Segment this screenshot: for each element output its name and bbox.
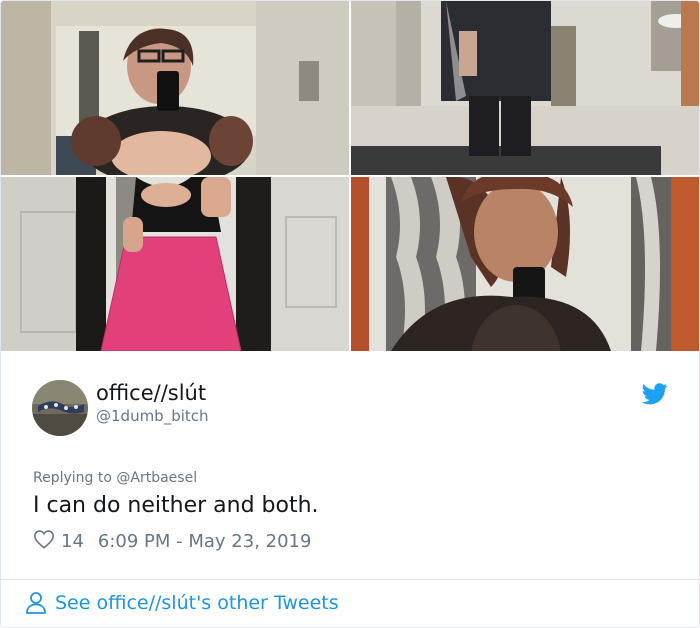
photo-mirror-photo-restroom[interactable]: [351, 1, 699, 175]
tweet-text: I can do neither and both.: [33, 493, 319, 518]
divider: [1, 579, 699, 580]
photo-mirror-photo-pink-skirt[interactable]: [1, 177, 349, 351]
photo-grid: [1, 1, 699, 351]
heart-icon[interactable]: [33, 529, 61, 554]
see-other-tweets-link[interactable]: See office//slút's other Tweets: [25, 591, 339, 615]
photo-mirror-selfie-dorm[interactable]: [1, 1, 349, 175]
tweet-card: office//slút @1dumb_bitch Replying to @A…: [0, 0, 700, 628]
replying-to-prefix: Replying to: [33, 470, 112, 486]
user-display-name[interactable]: office//slút: [96, 381, 206, 405]
see-other-tweets-label[interactable]: See office//slút's other Tweets: [55, 592, 339, 614]
tweet-meta: 14 6:09 PM - May 23, 2019: [33, 529, 311, 553]
replying-to-handle[interactable]: @Artbaesel: [116, 470, 197, 486]
person-icon: [26, 592, 46, 614]
tweet-timestamp[interactable]: 6:09 PM - May 23, 2019: [98, 531, 312, 552]
photo-mirror-selfie-closeup[interactable]: [351, 177, 699, 351]
replying-to: Replying to @Artbaesel: [33, 470, 197, 486]
twitter-bird-icon[interactable]: [641, 383, 668, 405]
avatar[interactable]: [32, 380, 88, 436]
user-handle[interactable]: @1dumb_bitch: [96, 407, 209, 425]
like-count[interactable]: 14: [61, 531, 84, 552]
